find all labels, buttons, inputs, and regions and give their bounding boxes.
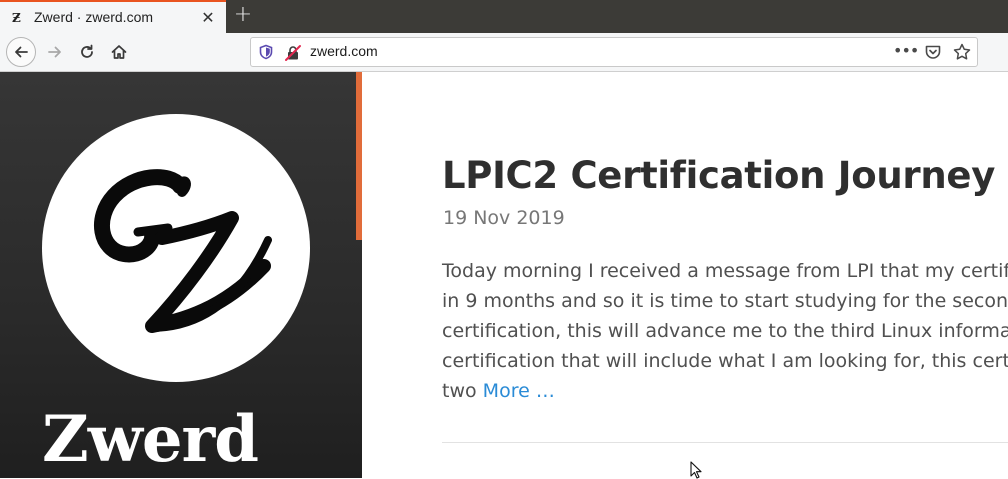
pocket-icon[interactable] (924, 43, 942, 61)
address-bar[interactable]: zwerd.com ••• (250, 37, 978, 67)
page-actions-menu-icon[interactable]: ••• (893, 41, 919, 63)
tab-strip: Ƶ Zwerd · zwerd.com ✕ + (0, 0, 1008, 33)
mouse-pointer-icon (690, 461, 702, 479)
excerpt-line-last: two More … (442, 376, 1008, 406)
site-logo[interactable] (42, 114, 310, 382)
excerpt-line: Today morning I received a message from … (442, 260, 1008, 282)
new-tab-button[interactable]: + (232, 4, 254, 28)
gz-logo-mark (93, 169, 272, 333)
close-tab-icon[interactable]: ✕ (198, 8, 218, 28)
site-favicon-icon: Ƶ (12, 11, 21, 25)
back-arrow-icon (15, 46, 28, 58)
post-title[interactable]: LPIC2 Certification Journey (442, 154, 995, 197)
excerpt-line: in 9 months and so it is time to start s… (442, 290, 1008, 312)
forward-button[interactable] (40, 37, 70, 67)
excerpt-line: certification, this will advance me to t… (442, 320, 1008, 342)
post-excerpt: Today morning I received a message from … (442, 256, 1008, 406)
back-button[interactable] (6, 37, 36, 67)
url-text[interactable]: zwerd.com (310, 43, 378, 59)
tracking-protection-shield-icon[interactable] (258, 44, 274, 60)
site-name[interactable]: Zwerd (42, 402, 259, 477)
reload-button[interactable] (72, 37, 102, 67)
bookmark-star-icon[interactable] (952, 42, 972, 62)
more-link[interactable]: More … (483, 380, 555, 402)
home-icon (111, 45, 127, 59)
post-date: 19 Nov 2019 (443, 207, 565, 229)
page-content: Zwerd LPIC2 Certification Journey 19 Nov… (0, 72, 1008, 478)
home-button[interactable] (104, 37, 134, 67)
post-divider (442, 442, 1008, 443)
sidebar: Zwerd (0, 72, 362, 478)
sidebar-accent-bar (356, 72, 362, 240)
navigation-bar: zwerd.com ••• (0, 33, 1008, 72)
tab-zwerd[interactable]: Ƶ Zwerd · zwerd.com ✕ (0, 0, 226, 33)
excerpt-last-word: two (442, 380, 477, 402)
tab-title: Zwerd · zwerd.com (34, 9, 154, 25)
forward-arrow-icon (48, 46, 61, 58)
reload-icon (81, 44, 93, 58)
excerpt-line: certification that will include what I a… (442, 350, 1008, 372)
insecure-connection-icon[interactable] (284, 44, 302, 62)
